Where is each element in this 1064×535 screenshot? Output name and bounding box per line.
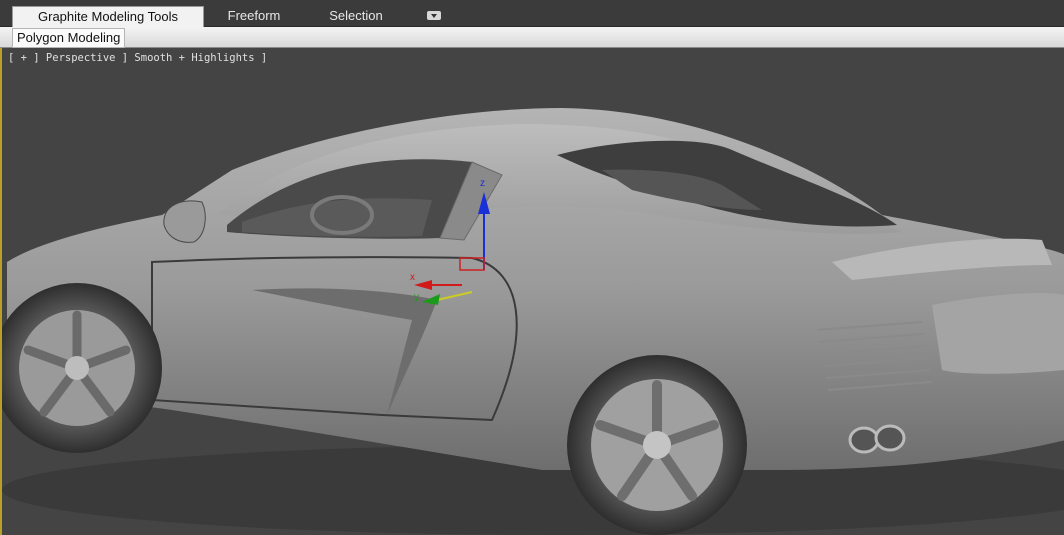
- tab-graphite-modeling-tools[interactable]: Graphite Modeling Tools: [12, 6, 204, 27]
- tab-selection[interactable]: Selection: [316, 6, 396, 26]
- gizmo-x-label: x: [410, 272, 415, 283]
- gizmo-y-label: y: [414, 292, 419, 303]
- car-model: x y z: [2, 108, 1064, 535]
- perspective-viewport[interactable]: [ + ] Perspective ] Smooth + Highlights …: [0, 48, 1064, 535]
- polygon-modeling-button[interactable]: Polygon Modeling: [12, 28, 126, 48]
- ribbon-tab-bar: Graphite Modeling Tools Freeform Selecti…: [0, 0, 1064, 27]
- chevron-down-icon[interactable]: [427, 11, 441, 20]
- ribbon-panel: Polygon Modeling: [0, 27, 1064, 48]
- viewport-label[interactable]: [ + ] Perspective ] Smooth + Highlights …: [8, 52, 267, 64]
- gizmo-z-label: z: [480, 178, 485, 189]
- tab-freeform[interactable]: Freeform: [214, 6, 294, 26]
- rear-wheel: [567, 355, 747, 535]
